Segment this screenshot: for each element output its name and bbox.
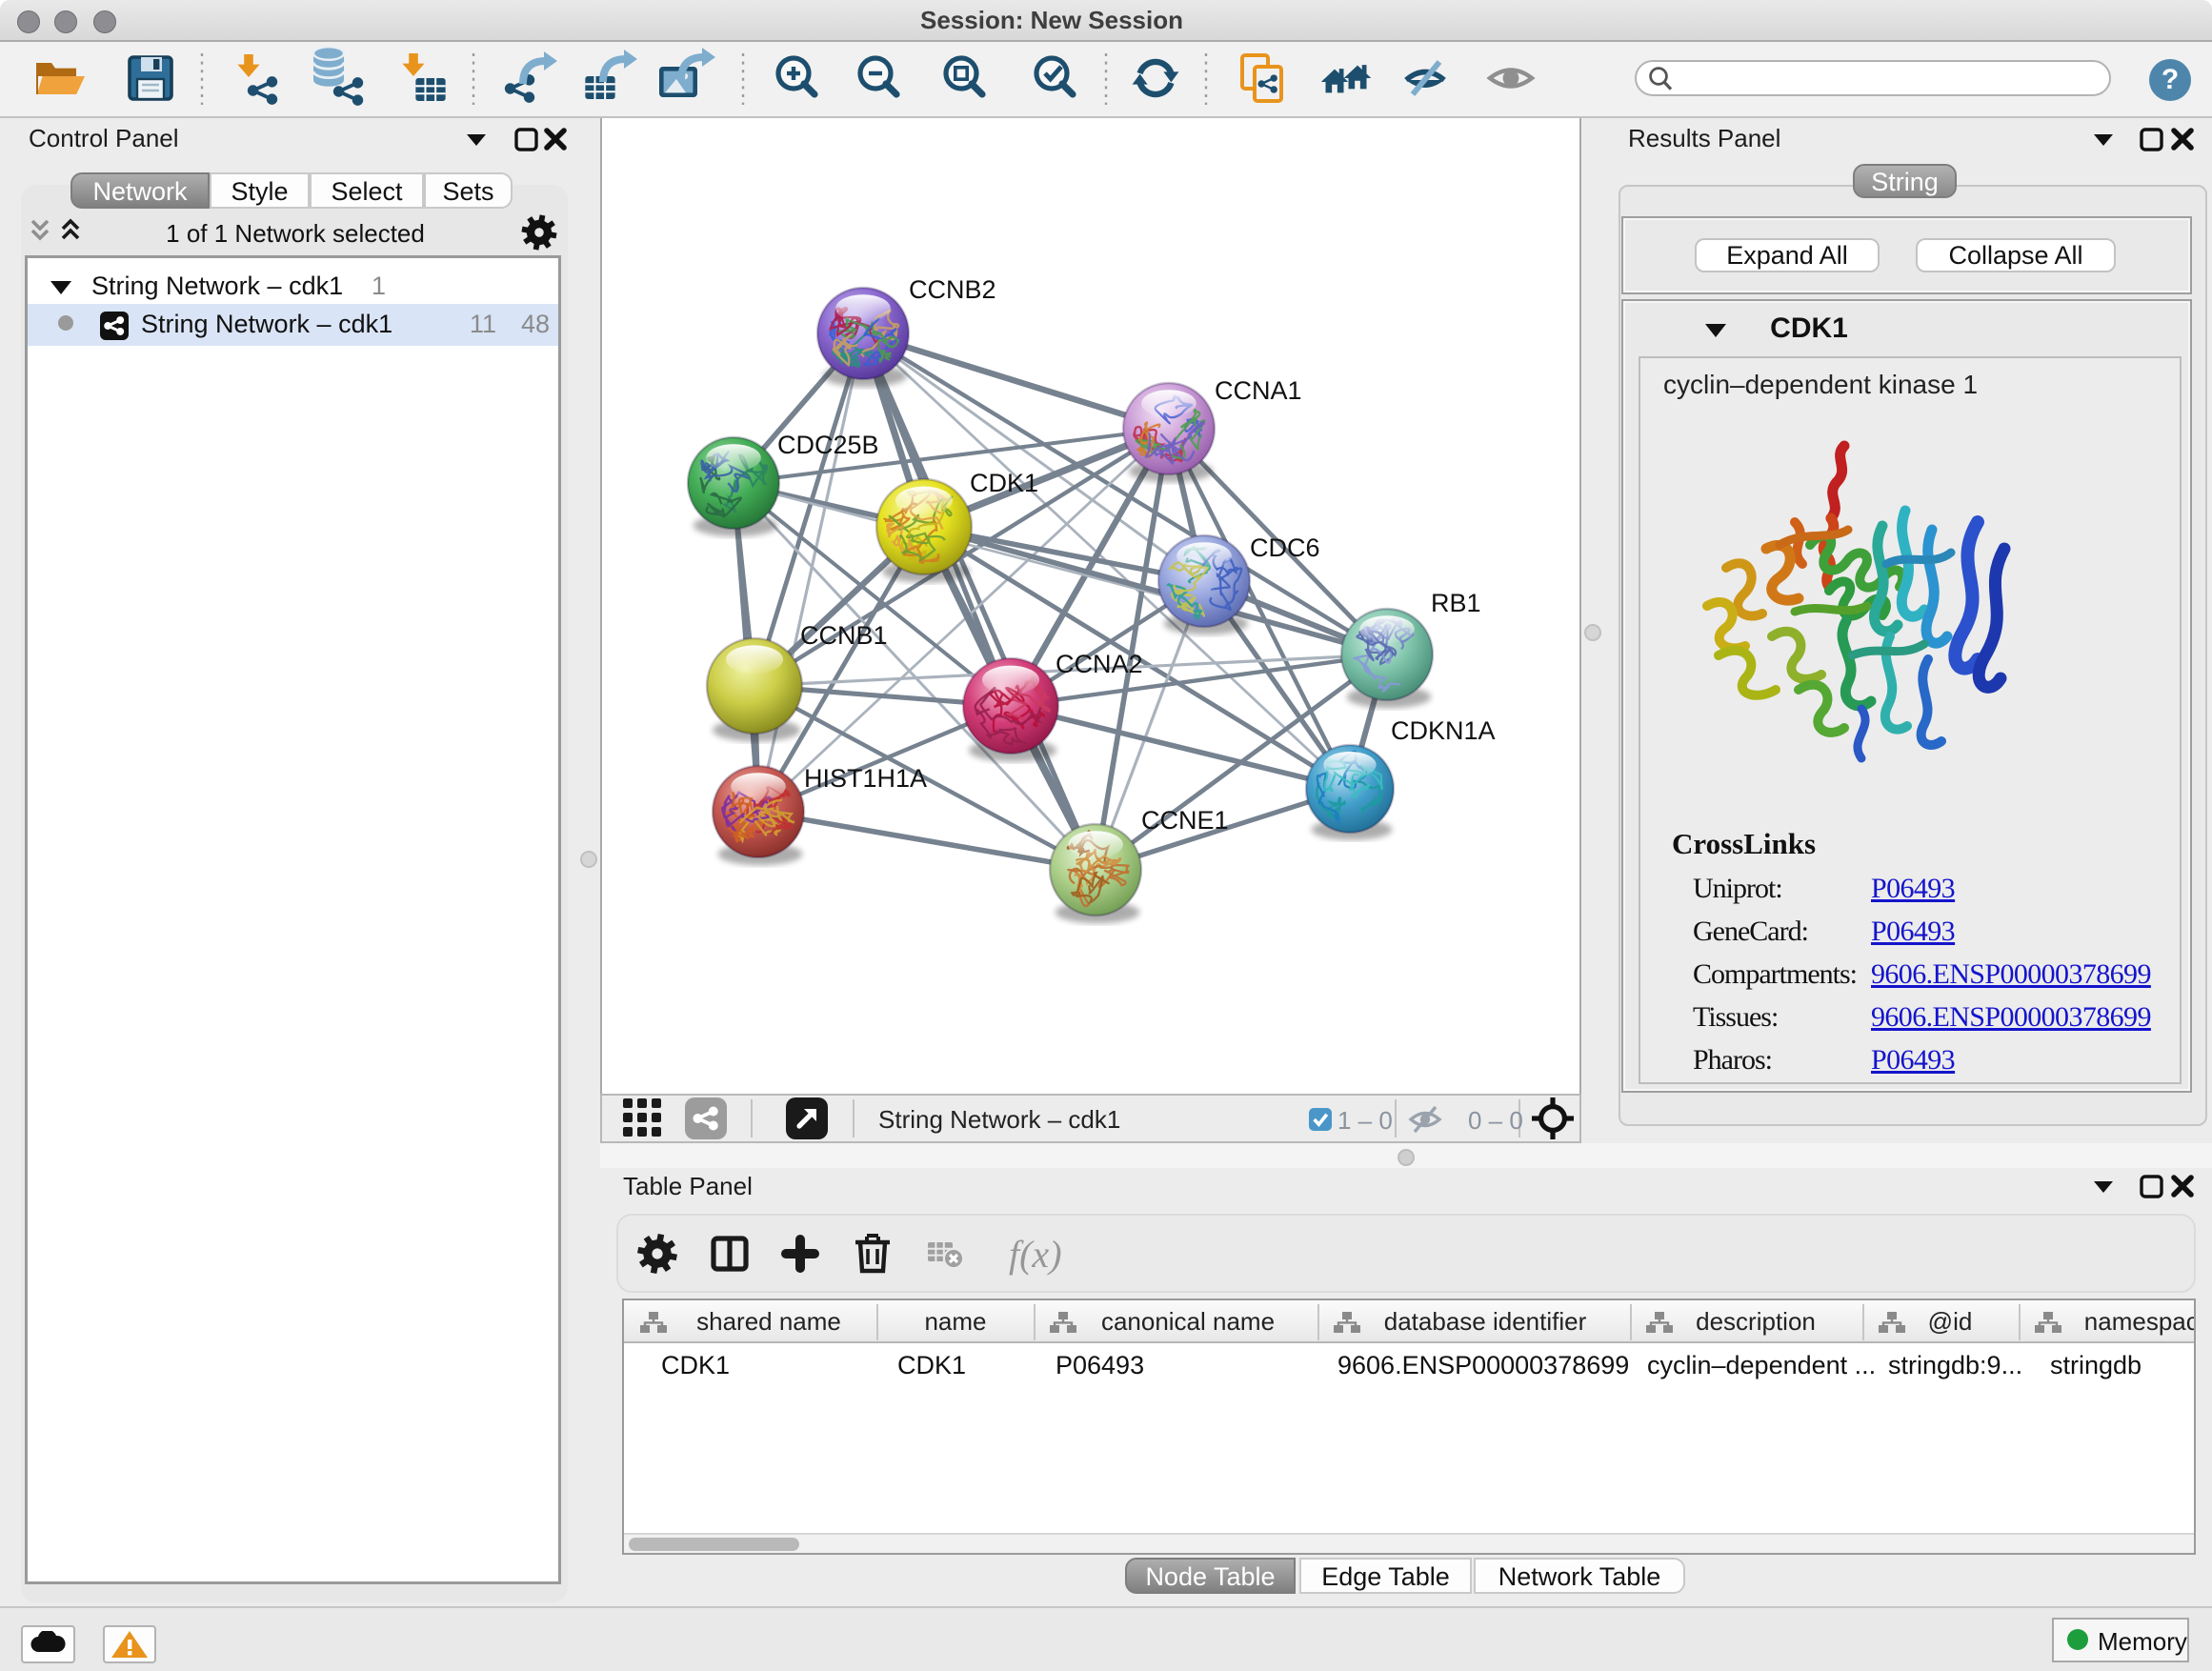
svg-text:canonical name: canonical name bbox=[1101, 1307, 1275, 1336]
svg-text:CDKN1A: CDKN1A bbox=[1391, 716, 1496, 745]
svg-text:database identifier: database identifier bbox=[1384, 1307, 1587, 1336]
svg-text:CCNA2: CCNA2 bbox=[1056, 650, 1143, 678]
svg-text:namespace: namespace bbox=[2084, 1307, 2194, 1336]
svg-text:CDC25B: CDC25B bbox=[777, 431, 879, 459]
svg-text:CCNE1: CCNE1 bbox=[1141, 806, 1229, 835]
svg-text:CDC6: CDC6 bbox=[1250, 534, 1320, 562]
svg-text:@id: @id bbox=[1928, 1307, 1973, 1336]
svg-text:HIST1H1A: HIST1H1A bbox=[804, 764, 927, 793]
svg-text:shared name: shared name bbox=[696, 1307, 841, 1336]
svg-text:CCNB1: CCNB1 bbox=[800, 621, 888, 650]
svg-text:CDK1: CDK1 bbox=[970, 469, 1038, 497]
svg-text:f(x): f(x) bbox=[1009, 1233, 1062, 1276]
svg-text:name: name bbox=[924, 1307, 986, 1336]
svg-text:CCNA1: CCNA1 bbox=[1215, 376, 1302, 405]
svg-text:CCNB2: CCNB2 bbox=[909, 275, 996, 304]
svg-text:RB1: RB1 bbox=[1431, 589, 1481, 617]
svg-text:description: description bbox=[1696, 1307, 1816, 1336]
